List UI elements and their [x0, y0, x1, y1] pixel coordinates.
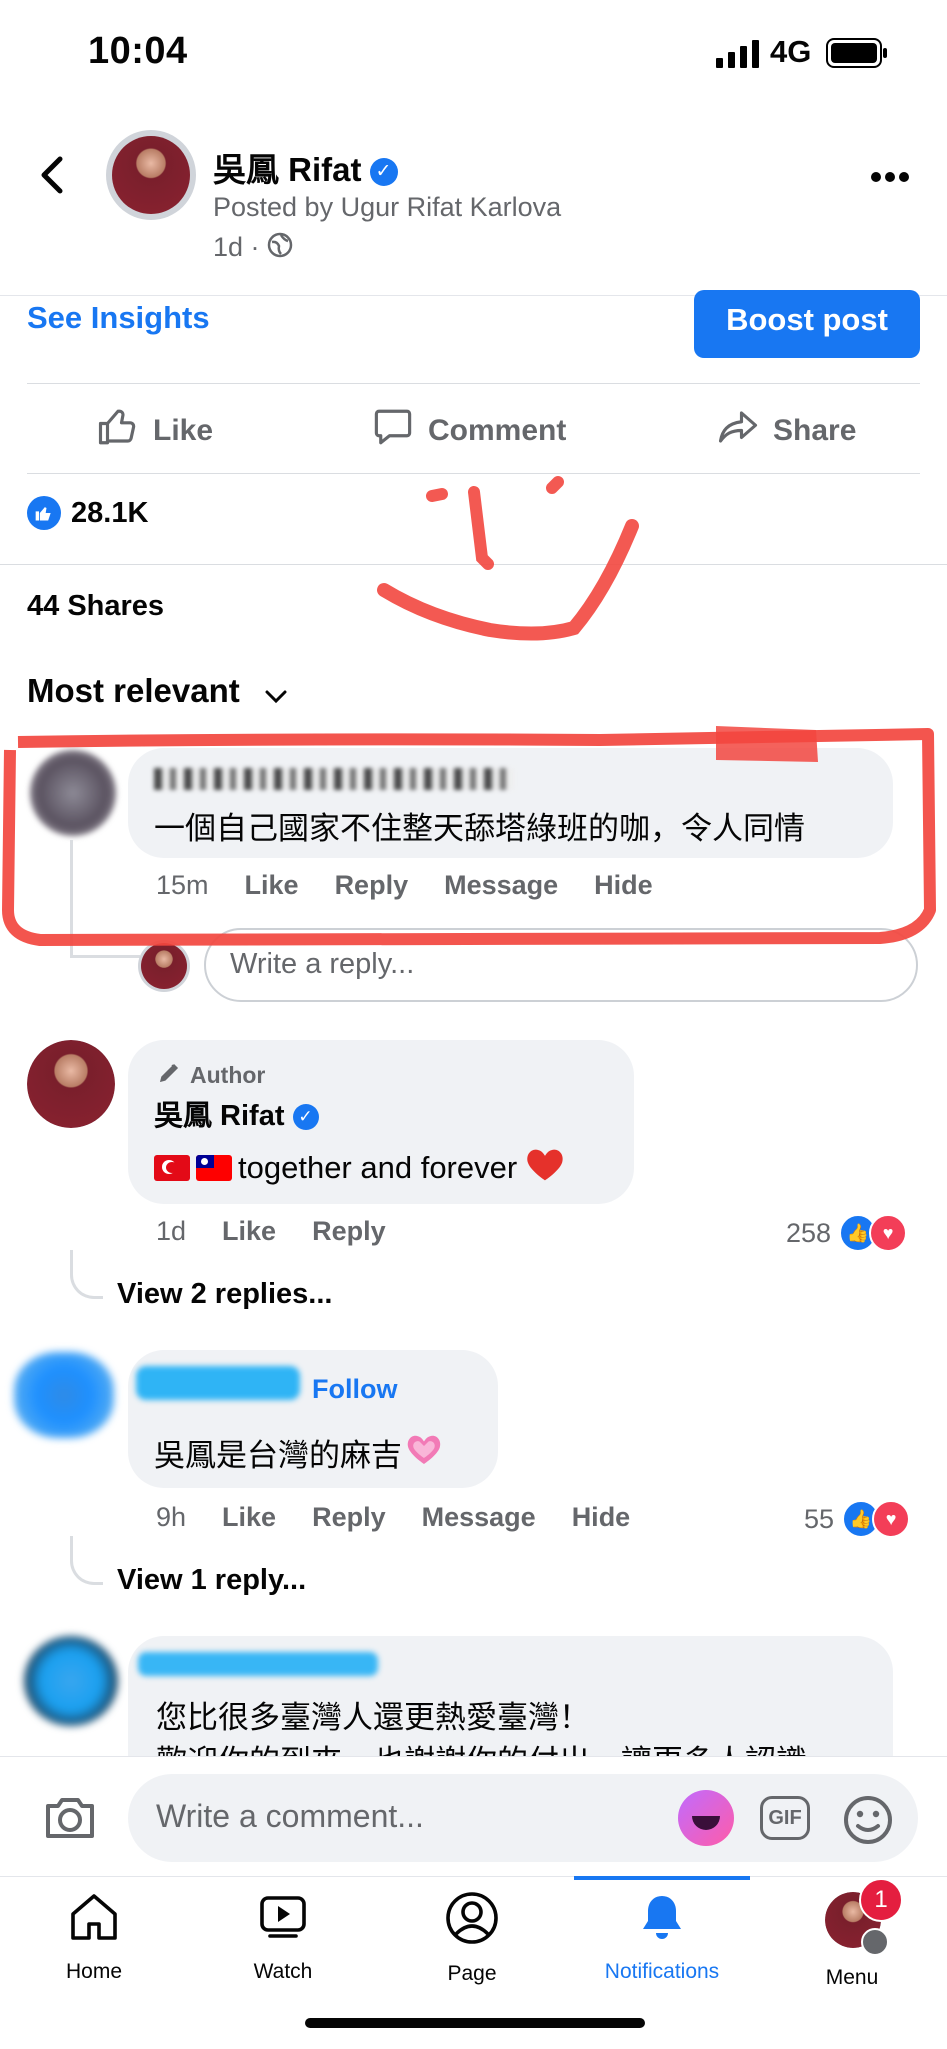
status-bar: 10:04 4G — [0, 0, 947, 110]
love-reaction-icon: ♥ — [869, 1214, 908, 1252]
tab-label: Menu — [825, 1966, 879, 1989]
tab-label: Notifications — [604, 1960, 720, 1983]
posted-by: Posted by Ugur Rifat Karlova — [213, 192, 562, 222]
boost-post-button[interactable]: Boost post — [694, 290, 920, 358]
commenter-name-blurred — [138, 1652, 378, 1676]
chevron-down-icon — [265, 674, 287, 712]
tab-label: Home — [65, 1960, 123, 1983]
network-label: 4G — [770, 34, 812, 69]
comment-hide-button[interactable]: Hide — [572, 1502, 631, 1533]
reaction-count: 258 — [786, 1217, 832, 1248]
sort-dropdown[interactable]: Most relevant — [27, 672, 287, 712]
bell-icon — [635, 1896, 689, 1949]
page-avatar[interactable] — [106, 130, 196, 220]
comment-meta: 1d Like Reply — [156, 1216, 422, 1247]
more-options-icon[interactable] — [870, 170, 910, 188]
pencil-icon — [158, 1060, 182, 1090]
reaction-summary[interactable]: 28.1K — [27, 496, 148, 530]
back-icon[interactable] — [36, 155, 66, 200]
thumbs-up-icon — [97, 406, 153, 456]
share-button[interactable]: Share — [717, 388, 856, 473]
taiwan-flag-icon — [196, 1155, 232, 1181]
tab-watch[interactable]: Watch — [213, 1890, 353, 1984]
comment-button[interactable]: Comment — [372, 388, 566, 473]
comment-text: together and forever — [154, 1146, 565, 1190]
notification-badge: 1 — [859, 1878, 903, 1922]
tab-home[interactable]: Home — [24, 1890, 164, 1984]
verified-badge-icon: ✓ — [292, 1104, 319, 1131]
page-name[interactable]: 吳鳳 Rifat ✓ — [213, 143, 398, 191]
thread-line — [70, 1250, 103, 1299]
see-insights-link[interactable]: See Insights — [27, 300, 210, 336]
active-tab-indicator — [574, 1876, 750, 1880]
comment-icon — [372, 406, 428, 456]
comment-like-button[interactable]: Like — [222, 1502, 276, 1533]
home-icon — [67, 1894, 121, 1949]
verified-badge-icon: ✓ — [369, 158, 398, 187]
comment-bubble: Follow 吳鳳是台灣的麻吉 — [128, 1350, 498, 1488]
menu-avatar: 1 — [821, 1878, 903, 1956]
menu-lines-icon — [861, 1928, 889, 1956]
post-time: 1d · — [213, 232, 293, 265]
like-button[interactable]: Like — [97, 388, 213, 473]
divider — [27, 383, 920, 384]
tab-page[interactable]: Page — [402, 1890, 542, 1986]
share-label: Share — [773, 413, 857, 447]
camera-icon[interactable] — [42, 1792, 98, 1847]
tab-notifications[interactable]: Notifications — [592, 1890, 732, 1984]
sort-label: Most relevant — [27, 672, 240, 709]
view-replies-link[interactable]: View 2 replies... — [117, 1278, 332, 1311]
avatar-sticker-icon[interactable] — [678, 1790, 734, 1846]
thread-line — [70, 1536, 103, 1585]
love-reaction-icon: ♥ — [872, 1500, 911, 1538]
commenter-name-blurred — [136, 1366, 300, 1400]
tab-label: Watch — [253, 1960, 313, 1983]
comment-time: 9h — [156, 1502, 187, 1532]
red-heart-icon — [525, 1146, 565, 1190]
comment-reply-button[interactable]: Reply — [312, 1502, 386, 1533]
share-icon — [717, 406, 773, 456]
emoji-icon[interactable] — [842, 1794, 894, 1851]
shares-count[interactable]: 44 Shares — [27, 590, 164, 623]
author-avatar[interactable] — [27, 1040, 115, 1128]
like-reaction-icon — [27, 496, 61, 530]
comment-time: 1d — [156, 1216, 187, 1246]
tab-menu[interactable]: 1 Menu — [782, 1878, 922, 1990]
home-indicator — [305, 2018, 645, 2028]
comment-reply-button[interactable]: Reply — [312, 1216, 386, 1247]
battery-icon — [826, 38, 888, 73]
turkey-flag-icon — [154, 1155, 190, 1181]
comment-text-line: 您比很多臺灣人還更熱愛臺灣！ — [156, 1700, 590, 1735]
page-profile-icon — [444, 1892, 500, 1951]
comment-message-button[interactable]: Message — [422, 1502, 536, 1533]
view-replies-link[interactable]: View 1 reply... — [117, 1564, 306, 1597]
highlight-box-annotation — [2, 726, 936, 946]
comment-reactions[interactable]: 258 👍 ♥ — [786, 1214, 908, 1252]
signal-icon — [716, 40, 762, 73]
comment-text: 吳鳳是台灣的麻吉 — [154, 1430, 442, 1475]
tab-label: Page — [447, 1962, 497, 1985]
comment-like-button[interactable]: Like — [222, 1216, 276, 1247]
status-time: 10:04 — [88, 30, 188, 72]
comment-meta: 9h Like Reply Message Hide — [156, 1502, 666, 1533]
post-actions: Like Comment Share — [27, 388, 920, 473]
sparkling-heart-icon — [406, 1432, 442, 1474]
comment-label: Comment — [428, 413, 567, 447]
gif-button[interactable]: GIF — [760, 1796, 810, 1840]
smiley-annotation — [377, 476, 639, 641]
follow-button[interactable]: Follow — [312, 1374, 397, 1405]
comment-reactions[interactable]: 55 👍 ♥ — [804, 1500, 911, 1538]
author-badge: Author — [158, 1060, 265, 1090]
commenter-avatar[interactable] — [24, 1636, 118, 1726]
author-comment-bubble: Author 吳鳳 Rifat ✓ together and forever — [128, 1040, 634, 1204]
like-label: Like — [153, 413, 214, 447]
reaction-count: 55 — [804, 1503, 835, 1534]
globe-icon — [267, 232, 293, 265]
comment-placeholder: Write a comment... — [156, 1798, 424, 1834]
watch-icon — [256, 1896, 310, 1949]
comment-author[interactable]: 吳鳳 Rifat ✓ — [154, 1092, 319, 1134]
commenter-avatar[interactable] — [14, 1352, 114, 1438]
reaction-count: 28.1K — [71, 496, 149, 529]
